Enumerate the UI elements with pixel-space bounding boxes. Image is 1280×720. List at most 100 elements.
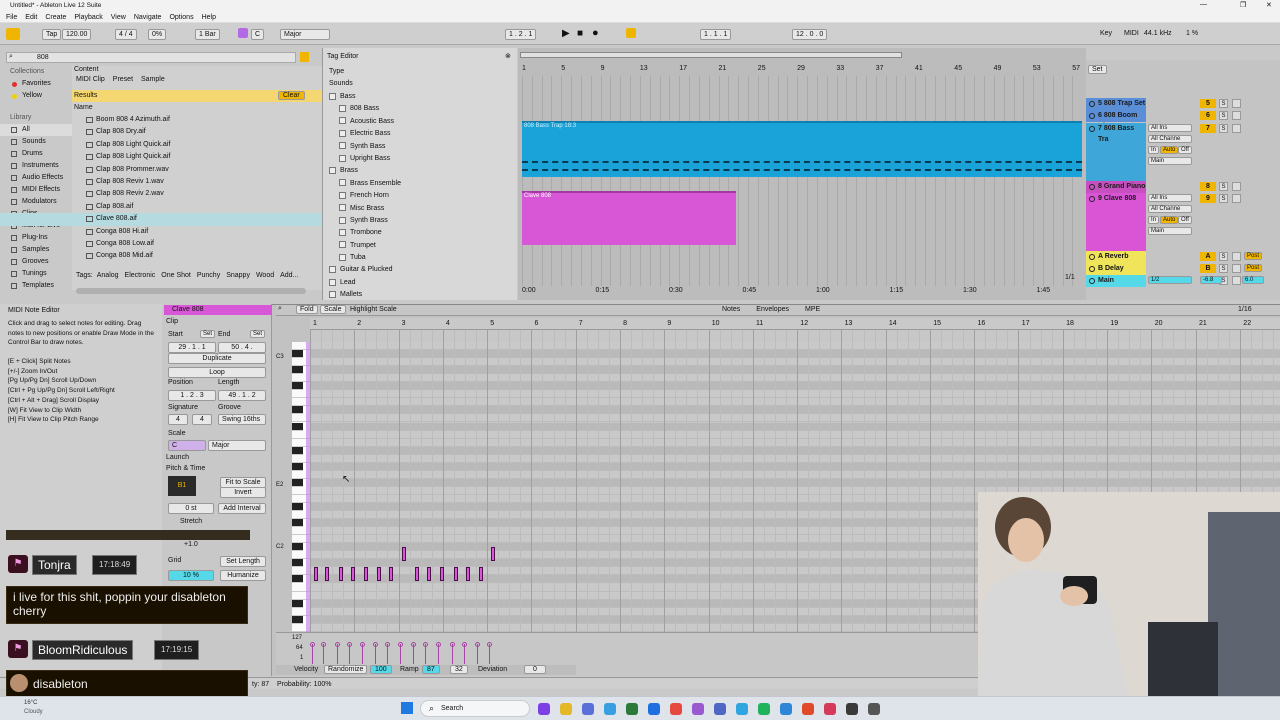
tag-group[interactable]: Guitar & Plucked bbox=[329, 264, 509, 276]
track-fold-icon[interactable] bbox=[1089, 101, 1095, 107]
tag-chip[interactable]: One Shot bbox=[161, 272, 191, 279]
browser-search-input[interactable]: ⌕ 808 bbox=[6, 52, 296, 63]
midi-note[interactable] bbox=[401, 547, 406, 562]
monitor-auto-button[interactable]: Auto bbox=[1160, 216, 1179, 224]
scale-button[interactable]: Scale bbox=[320, 305, 346, 314]
highlight-scale-toggle[interactable]: Highlight Scale bbox=[350, 306, 397, 313]
result-row[interactable]: Clave 808.aif bbox=[0, 213, 322, 226]
editor-tab-envelopes[interactable]: Envelopes bbox=[756, 306, 789, 313]
sig-denominator-field[interactable]: 4 bbox=[192, 414, 212, 425]
stop-icon[interactable]: ■ bbox=[577, 28, 583, 39]
track-name[interactable]: 5 808 Trap Set bbox=[1086, 98, 1146, 110]
midi-map-button[interactable]: MIDI bbox=[1124, 30, 1139, 37]
record-arm-icon[interactable] bbox=[1232, 252, 1241, 261]
overview-scrollbar[interactable] bbox=[520, 52, 902, 58]
midi-note[interactable] bbox=[427, 567, 432, 582]
solo-button[interactable]: S bbox=[1219, 194, 1228, 203]
clip-scale-mode-select[interactable]: Major bbox=[208, 440, 266, 451]
monitor-off-button[interactable]: Off bbox=[1178, 216, 1192, 224]
result-row[interactable]: Clap 808 Light Quick.aif bbox=[0, 151, 322, 163]
ramp-end-field[interactable]: 32 bbox=[450, 665, 468, 674]
tag-group[interactable]: Lead bbox=[329, 277, 509, 289]
checkbox[interactable] bbox=[339, 253, 346, 261]
velocity-stem[interactable] bbox=[387, 644, 389, 664]
clear-button[interactable]: Clear bbox=[278, 91, 305, 100]
arrangement-clip-clave[interactable]: Clave 808 bbox=[522, 191, 736, 245]
output-select[interactable]: Main bbox=[1148, 157, 1192, 165]
position-field[interactable]: 1 . 2 . 3 bbox=[168, 390, 216, 401]
filter-icon[interactable] bbox=[300, 52, 309, 62]
menu-item-options[interactable]: Options bbox=[169, 14, 193, 21]
piano-black-key[interactable] bbox=[292, 462, 303, 471]
checkbox[interactable] bbox=[329, 266, 336, 274]
velocity-handle[interactable] bbox=[321, 642, 327, 647]
input-channel-select[interactable]: All Channe bbox=[1148, 135, 1192, 143]
velocity-stem[interactable] bbox=[425, 644, 427, 664]
result-row[interactable]: Clap 808 Reviv 2.wav bbox=[0, 188, 322, 200]
monitor-in-button[interactable]: In bbox=[1148, 216, 1160, 224]
editor-tab-notes[interactable]: Notes bbox=[722, 306, 740, 313]
velocity-handle[interactable] bbox=[423, 642, 429, 647]
search-icon[interactable]: ⌕ bbox=[278, 305, 282, 313]
midi-note[interactable] bbox=[491, 547, 496, 562]
ramp-start-field[interactable]: 87 bbox=[422, 665, 440, 674]
piano-black-key[interactable] bbox=[292, 366, 303, 375]
set-button[interactable]: Set bbox=[1088, 65, 1107, 74]
key-field[interactable]: C bbox=[251, 29, 265, 40]
transpose-field[interactable]: 0 st bbox=[168, 503, 214, 514]
velocity-stem[interactable] bbox=[412, 644, 414, 664]
swing-field[interactable]: 0% bbox=[148, 29, 167, 40]
tag-checkbox-item[interactable]: Synth Bass bbox=[329, 141, 509, 153]
content-tab-sample[interactable]: Sample bbox=[141, 76, 165, 83]
checkbox[interactable] bbox=[339, 216, 346, 224]
solo-button[interactable]: S bbox=[1219, 99, 1228, 108]
velocity-stem[interactable] bbox=[323, 644, 325, 664]
piano-black-key[interactable] bbox=[292, 615, 303, 624]
track-name[interactable]: 9 Clave 808 bbox=[1086, 193, 1146, 251]
result-row[interactable]: Conga 808 Mid.aif bbox=[0, 250, 322, 262]
monitor-auto-button[interactable]: Auto bbox=[1160, 146, 1179, 154]
velocity-stem[interactable] bbox=[463, 644, 465, 664]
tag-checkbox-item[interactable]: French Horn bbox=[329, 190, 509, 202]
velocity-handle[interactable] bbox=[397, 642, 403, 647]
track-name[interactable]: Main bbox=[1086, 275, 1146, 287]
midi-note[interactable] bbox=[389, 567, 394, 582]
windows-icon[interactable] bbox=[401, 702, 413, 714]
piano-black-key[interactable] bbox=[292, 382, 303, 391]
tag-checkbox-item[interactable]: Synth Brass bbox=[329, 215, 509, 227]
quantize-field[interactable]: 1 Bar bbox=[195, 29, 220, 40]
result-row[interactable]: Conga 808 Hi.aif bbox=[0, 226, 322, 238]
track-activator[interactable]: B bbox=[1200, 264, 1216, 273]
pitch-time-section-label[interactable]: Pitch & Time bbox=[166, 465, 205, 472]
browser-toggle-icon[interactable] bbox=[6, 28, 20, 40]
checkbox[interactable] bbox=[339, 142, 346, 150]
end-field[interactable]: 50 . 4 . bbox=[218, 342, 266, 353]
groove-select[interactable]: Swing 16ths bbox=[218, 414, 266, 425]
mixer-track[interactable]: 6 808 Boom Ki 6S bbox=[1086, 110, 1280, 130]
piano-black-key[interactable] bbox=[292, 519, 303, 528]
midi-note[interactable] bbox=[325, 567, 330, 582]
tag-checkbox-item[interactable]: Trombone bbox=[329, 227, 509, 239]
piano-black-key[interactable] bbox=[292, 478, 303, 487]
solo-button[interactable]: S bbox=[1219, 182, 1228, 191]
add-interval-button[interactable]: Add Interval bbox=[218, 503, 266, 514]
time-ruler[interactable]: 0:00 0:15 0:30 0:45 1:00 1:15 1:30 1:45 bbox=[518, 286, 1086, 298]
checkbox[interactable] bbox=[339, 105, 346, 113]
obs-icon[interactable] bbox=[824, 703, 836, 715]
midi-note[interactable] bbox=[465, 567, 470, 582]
tag-chip[interactable]: Snappy bbox=[226, 272, 250, 279]
record-arm-icon[interactable] bbox=[1232, 99, 1241, 108]
editor-tab-mpe[interactable]: MPE bbox=[805, 306, 820, 313]
loop-button[interactable]: Loop bbox=[168, 367, 266, 378]
launch-section-label[interactable]: Launch bbox=[166, 454, 189, 461]
piano-black-key[interactable] bbox=[292, 575, 303, 584]
monitor-in-button[interactable]: In bbox=[1148, 146, 1160, 154]
velocity-stem[interactable] bbox=[477, 644, 479, 664]
humanize-amount-field[interactable]: 10 % bbox=[168, 570, 214, 581]
menu-item-create[interactable]: Create bbox=[45, 14, 66, 21]
piano-black-key[interactable] bbox=[292, 503, 303, 511]
checkbox[interactable] bbox=[339, 154, 346, 162]
deviation-field[interactable]: 0 bbox=[524, 665, 546, 674]
midi-note[interactable] bbox=[338, 567, 343, 582]
menu-item-view[interactable]: View bbox=[111, 14, 126, 21]
